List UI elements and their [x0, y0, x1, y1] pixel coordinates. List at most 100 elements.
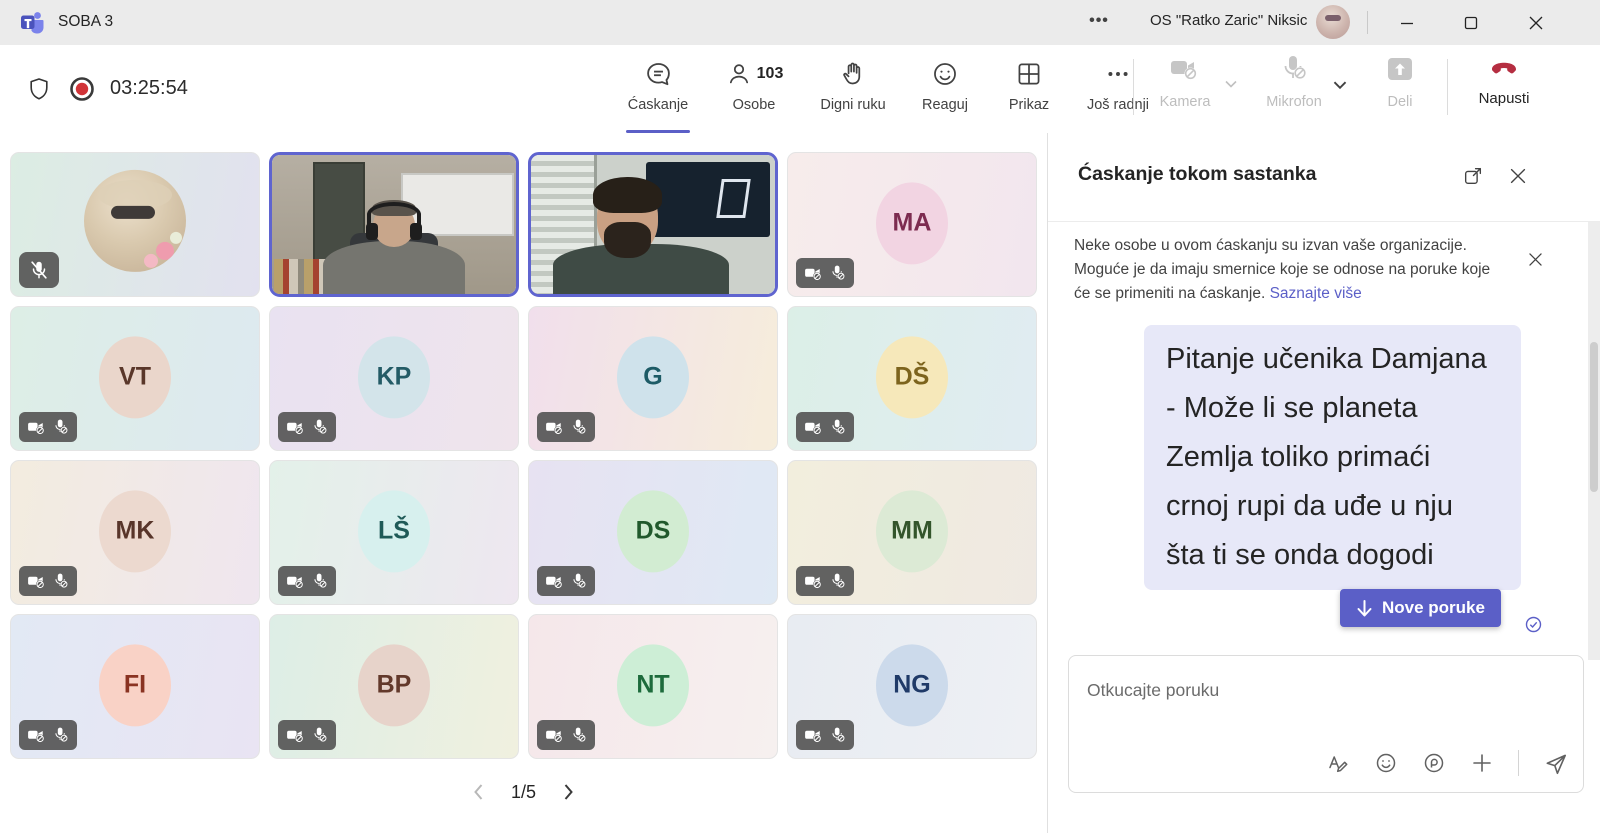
camera-off-icon [1167, 53, 1203, 87]
tab-people[interactable]: 103 Osobe [704, 53, 804, 131]
participant-tile[interactable]: NT [528, 614, 778, 759]
tab-label: Osobe [733, 97, 776, 113]
device-label: Kamera [1160, 94, 1211, 110]
banner-close-icon[interactable] [1526, 250, 1545, 269]
microphone-button[interactable]: Mikrofon [1252, 53, 1336, 110]
participant-tile[interactable]: DŠ [787, 306, 1037, 451]
participant-tile[interactable]: MK [10, 460, 260, 605]
device-status-badge [278, 720, 336, 750]
teams-logo-icon [20, 9, 46, 35]
leave-button[interactable]: Napusti [1458, 53, 1550, 107]
participant-tile[interactable]: DS [528, 460, 778, 605]
participant-initials-avatar: G [617, 336, 689, 418]
mic-off-icon [829, 572, 846, 590]
participant-tile[interactable] [269, 152, 519, 297]
camera-off-icon [804, 573, 823, 590]
tab-label: Digni ruku [820, 97, 885, 113]
tab-view[interactable]: Prikaz [988, 53, 1070, 131]
device-status-badge [19, 412, 77, 442]
close-button[interactable] [1510, 0, 1562, 45]
tab-raise-hand[interactable]: Digni ruku [804, 53, 902, 131]
toolbar-tabs: Ćaskanje 103 Osobe [612, 53, 1166, 131]
emoji-icon[interactable] [1374, 751, 1398, 775]
new-messages-button[interactable]: Nove poruke [1340, 589, 1501, 627]
external-participants-banner: Neke osobe u ovom ćaskanju su izvan vaše… [1048, 222, 1600, 316]
camera-off-icon [545, 573, 564, 590]
participant-tile[interactable]: BP [269, 614, 519, 759]
previous-page-icon[interactable] [469, 781, 489, 803]
camera-off-icon [27, 727, 46, 744]
meeting-toolbar: 03:25:54 Ćaskanje [0, 45, 1600, 134]
chat-scrollbar-thumb[interactable] [1590, 342, 1598, 492]
participant-tile[interactable]: FI [10, 614, 260, 759]
pop-out-icon[interactable] [1462, 165, 1484, 187]
tab-chat[interactable]: Ćaskanje [612, 53, 704, 131]
attach-plus-icon[interactable] [1470, 751, 1494, 775]
titlebar-more-menu[interactable]: ••• [1082, 6, 1116, 38]
mic-off-icon [311, 572, 328, 590]
banner-text: Neke osobe u ovom ćaskanju su izvan vaše… [1074, 234, 1504, 306]
participant-initials-avatar: BP [358, 644, 430, 726]
tab-label: Još radnji [1087, 97, 1149, 113]
format-icon[interactable] [1326, 751, 1350, 775]
participant-initials-avatar: NT [617, 644, 689, 726]
chat-header: Ćaskanje tokom sastanka [1048, 133, 1600, 222]
participant-initials-avatar: MA [876, 182, 948, 264]
person-icon [725, 60, 753, 88]
device-status-badge [796, 720, 854, 750]
participant-tile[interactable]: MA [787, 152, 1037, 297]
camera-off-icon [286, 573, 305, 590]
camera-button[interactable]: Kamera [1150, 53, 1220, 110]
mic-off-icon [311, 418, 328, 436]
device-status-badge [537, 720, 595, 750]
device-label: Mikrofon [1266, 94, 1322, 110]
camera-off-icon [804, 265, 823, 282]
camera-off-icon [286, 419, 305, 436]
chat-bubble-icon [644, 57, 673, 91]
mic-off-icon [570, 418, 587, 436]
participant-video-feed [272, 155, 516, 294]
device-status-badge [796, 412, 854, 442]
next-page-icon[interactable] [558, 781, 578, 803]
chat-panel-title: Ćaskanje tokom sastanka [1078, 163, 1316, 186]
new-messages-label: Nove poruke [1382, 598, 1485, 618]
participant-tile[interactable]: G [528, 306, 778, 451]
message-input[interactable]: Otkucajte poruku [1068, 655, 1584, 793]
camera-chevron-icon[interactable] [1222, 75, 1240, 93]
participant-tile[interactable] [10, 152, 260, 297]
tab-react[interactable]: Reaguj [902, 53, 988, 131]
microphone-chevron-icon[interactable] [1330, 75, 1350, 95]
device-status-badge [278, 566, 336, 596]
participant-initials-avatar: VT [99, 336, 171, 418]
participant-tile[interactable]: NG [787, 614, 1037, 759]
chat-message-bubble[interactable]: Pitanje učenika Damjana - Može li se pla… [1144, 325, 1521, 590]
send-icon[interactable] [1543, 750, 1569, 776]
loop-icon[interactable] [1422, 751, 1446, 775]
device-status-badge [19, 252, 59, 288]
participant-tile[interactable]: LŠ [269, 460, 519, 605]
arrow-down-icon [1356, 599, 1373, 618]
mic-off-icon [829, 726, 846, 744]
teams-meeting-window: SOBA 3 ••• OS "Ratko Zaric" Niksic 03:25… [0, 0, 1600, 833]
camera-off-icon [804, 727, 823, 744]
chat-close-icon[interactable] [1507, 165, 1529, 187]
camera-off-icon [27, 573, 46, 590]
title-bar: SOBA 3 ••• OS "Ratko Zaric" Niksic [0, 0, 1600, 45]
titlebar-divider [1367, 11, 1368, 34]
chat-scrollbar[interactable] [1588, 222, 1600, 660]
account-label[interactable]: OS "Ratko Zaric" Niksic [1150, 12, 1307, 29]
participant-tile[interactable]: MM [787, 460, 1037, 605]
account-avatar[interactable] [1316, 5, 1350, 39]
mic-off-icon [52, 418, 69, 436]
shield-icon[interactable] [26, 75, 52, 103]
minimize-button[interactable] [1381, 0, 1433, 45]
participant-tile[interactable] [528, 152, 778, 297]
participant-tile[interactable]: VT [10, 306, 260, 451]
meeting-chat-panel: Ćaskanje tokom sastanka 10:29 Pitanje uč… [1047, 133, 1600, 833]
smiley-icon [931, 57, 959, 91]
participant-tile[interactable]: KP [269, 306, 519, 451]
learn-more-link[interactable]: Saznajte više [1270, 285, 1362, 302]
share-button[interactable]: Deli [1368, 53, 1432, 110]
maximize-button[interactable] [1445, 0, 1497, 45]
participant-photo-avatar [84, 169, 186, 271]
